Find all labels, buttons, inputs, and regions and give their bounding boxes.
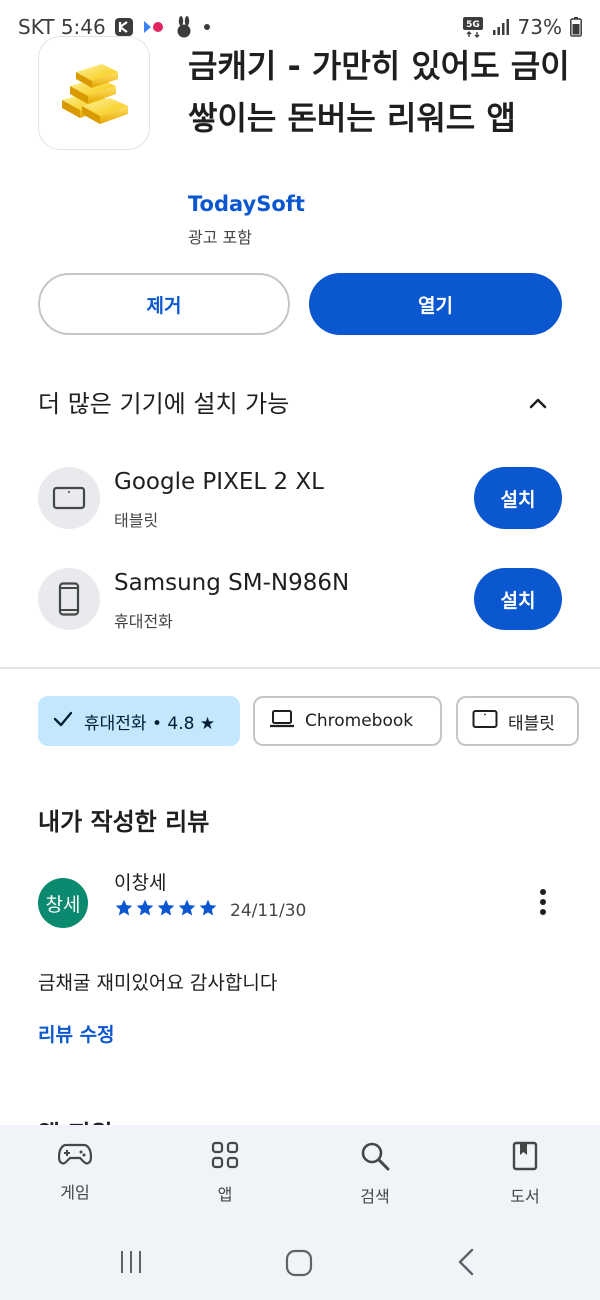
install-button-samsung[interactable]: 설치	[474, 568, 562, 630]
edit-review-link[interactable]: 리뷰 수정	[38, 1020, 115, 1047]
home-icon[interactable]	[285, 1249, 313, 1281]
app-icon-gold-bars	[38, 36, 150, 150]
battery-percent: 73%	[517, 15, 562, 39]
nav-label: 검색	[360, 1187, 390, 1206]
more-options-icon[interactable]	[528, 884, 558, 920]
more-devices-heading: 더 많은 기기에 설치 가능	[38, 390, 290, 418]
svg-text:5G: 5G	[466, 20, 480, 30]
chip-label: Chromebook	[305, 711, 414, 731]
tablet-icon	[38, 467, 100, 529]
app-title: 금캐기 - 가만히 있어도 금이 쌓이는 돈버는 리워드 앱	[188, 47, 570, 137]
chip-tablet[interactable]: 태블릿	[456, 696, 579, 746]
rabbit-notification-icon	[174, 16, 194, 38]
star-icon	[199, 899, 217, 916]
apps-grid-icon	[211, 1141, 239, 1173]
chip-label: 태블릿	[508, 713, 555, 734]
search-icon	[360, 1141, 390, 1175]
nav-item-games[interactable]: 게임	[0, 1125, 150, 1221]
phone-icon	[38, 568, 100, 630]
device-name: Google PIXEL 2 XL	[114, 469, 324, 495]
review-text: 금채굴 재미있어요 감사합니다	[38, 972, 278, 994]
recents-icon[interactable]	[118, 1249, 144, 1279]
reviewer-name: 이창세	[114, 872, 167, 894]
device-row-samsung: Samsung SM-N986N 휴대전화 설치	[38, 568, 562, 632]
nav-item-apps[interactable]: 앱	[150, 1125, 300, 1221]
5g-network-icon: 5G	[462, 16, 484, 38]
collapse-chevron-up-icon[interactable]	[522, 388, 554, 420]
chip-label: 휴대전화 • 4.8 ★	[84, 713, 216, 734]
more-notifications-dot-icon	[202, 22, 212, 32]
chip-chromebook[interactable]: Chromebook	[253, 696, 442, 746]
device-type: 태블릿	[114, 511, 159, 530]
open-button[interactable]: 열기	[309, 273, 562, 335]
gamepad-icon	[57, 1141, 93, 1171]
rating-stars	[114, 898, 218, 918]
battery-icon	[570, 17, 582, 37]
star-icon	[178, 899, 196, 916]
star-icon	[157, 899, 175, 916]
back-icon[interactable]	[456, 1247, 476, 1281]
device-row-pixel: Google PIXEL 2 XL 태블릿 설치	[38, 467, 562, 531]
laptop-icon	[269, 709, 295, 734]
section-divider	[0, 667, 600, 669]
developer-link[interactable]: TodaySoft	[188, 192, 305, 216]
system-navigation-bar	[0, 1221, 600, 1300]
star-icon	[115, 899, 133, 916]
install-button-pixel[interactable]: 설치	[474, 467, 562, 529]
device-type: 휴대전화	[114, 612, 173, 631]
chip-phone-rating[interactable]: 휴대전화 • 4.8 ★	[38, 696, 240, 746]
nav-label: 게임	[60, 1183, 90, 1202]
signal-icon	[492, 18, 510, 36]
nav-label: 도서	[510, 1187, 540, 1206]
review-date: 24/11/30	[230, 901, 307, 921]
bottom-navigation: 게임 앱 검색 도서	[0, 1125, 600, 1221]
nav-item-books[interactable]: 도서	[450, 1125, 600, 1221]
tablet-icon	[472, 709, 498, 734]
flickr-notification-icon	[142, 17, 166, 37]
book-icon	[512, 1141, 538, 1175]
check-icon	[52, 708, 74, 735]
uninstall-button[interactable]: 제거	[38, 273, 290, 335]
nav-item-search[interactable]: 검색	[300, 1125, 450, 1221]
nav-label: 앱	[217, 1185, 233, 1204]
ads-notice: 광고 포함	[188, 228, 252, 247]
avatar: 창세	[38, 878, 88, 928]
star-icon	[136, 899, 154, 916]
kakao-notification-icon	[114, 17, 134, 37]
my-review-heading: 내가 작성한 리뷰	[38, 808, 210, 836]
device-name: Samsung SM-N986N	[114, 570, 350, 596]
